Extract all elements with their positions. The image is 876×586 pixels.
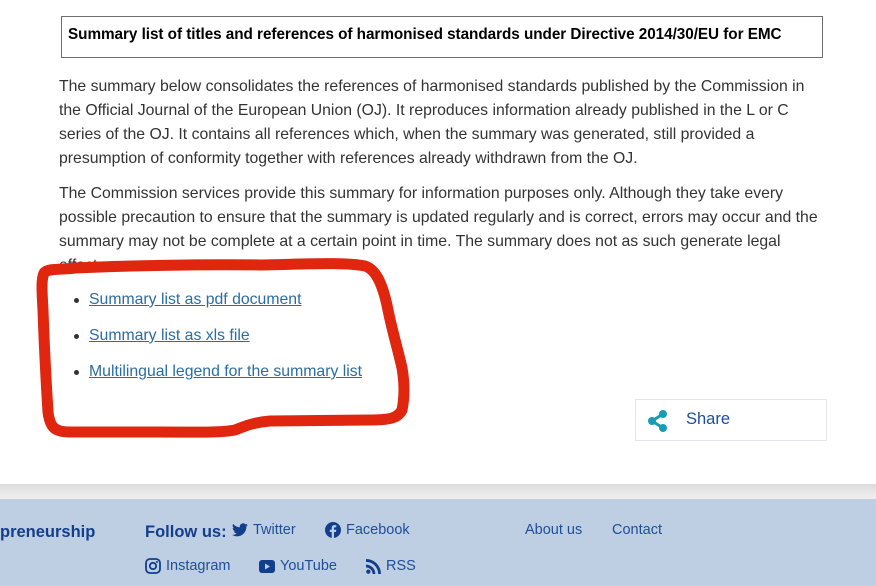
youtube-label: YouTube xyxy=(280,558,337,574)
youtube-icon xyxy=(259,559,275,573)
list-item: Multilingual legend for the summary list xyxy=(74,362,362,398)
share-icon xyxy=(648,410,667,432)
list-item: Summary list as xls file xyxy=(74,326,362,362)
facebook-link[interactable]: Facebook xyxy=(325,522,410,538)
bullet xyxy=(74,370,79,375)
share-button[interactable]: Share xyxy=(635,399,827,441)
facebook-label: Facebook xyxy=(346,522,410,538)
share-label: Share xyxy=(686,410,731,428)
twitter-icon xyxy=(232,523,248,537)
twitter-link[interactable]: Twitter xyxy=(232,522,296,538)
contact-link[interactable]: Contact xyxy=(612,522,662,538)
rss-label: RSS xyxy=(386,558,416,574)
youtube-link[interactable]: YouTube xyxy=(259,558,337,574)
download-links-list: Summary list as pdf document Summary lis… xyxy=(59,290,362,398)
follow-us-label: Follow us: xyxy=(145,523,227,541)
bullet xyxy=(74,334,79,339)
instagram-icon xyxy=(145,558,161,574)
rss-icon xyxy=(366,558,381,574)
bullet xyxy=(74,298,79,303)
site-name: preneurship xyxy=(0,523,96,541)
pdf-summary-link[interactable]: Summary list as pdf document xyxy=(89,291,301,308)
xls-summary-link[interactable]: Summary list as xls file xyxy=(89,327,250,344)
instagram-link[interactable]: Instagram xyxy=(145,558,230,574)
multilingual-legend-link[interactable]: Multilingual legend for the summary list xyxy=(89,363,362,380)
intro-paragraph: The summary below consolidates the refer… xyxy=(59,78,805,167)
instagram-label: Instagram xyxy=(166,558,231,574)
facebook-icon xyxy=(325,522,341,538)
rss-link[interactable]: RSS xyxy=(366,558,416,574)
footer: preneurship Follow us: Twitter Facebook … xyxy=(0,499,876,586)
disclaimer-paragraph: The Commission services provide this sum… xyxy=(59,185,818,274)
title-box: Summary list of titles and references of… xyxy=(61,16,823,58)
list-item: Summary list as pdf document xyxy=(74,290,362,326)
about-us-link[interactable]: About us xyxy=(525,522,582,538)
footer-shadow xyxy=(0,484,876,499)
twitter-label: Twitter xyxy=(253,522,296,538)
page-title: Summary list of titles and references of… xyxy=(68,26,782,43)
